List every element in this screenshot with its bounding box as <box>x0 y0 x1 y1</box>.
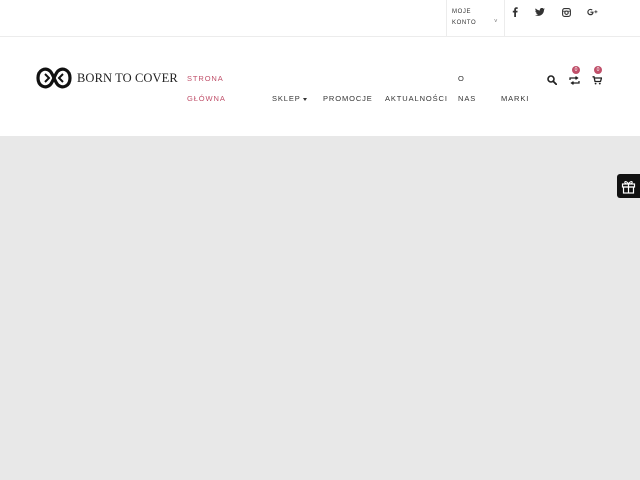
top-bar: MOJE KONTO ˅ <box>0 0 640 37</box>
wishlist-button[interactable]: 0 <box>569 66 580 90</box>
wishlist-count-badge: 0 <box>572 66 580 74</box>
gift-icon <box>621 180 636 194</box>
search-icon[interactable] <box>547 72 558 90</box>
logo-mark-icon <box>36 67 72 89</box>
nav-item-about[interactable]: O <box>458 74 465 83</box>
nav-item-brands[interactable]: MARKI <box>501 94 529 103</box>
nav-item-shop[interactable]: SKLEP <box>272 94 307 103</box>
chevron-down-icon: ˅ <box>494 19 498 25</box>
nav-item-news[interactable]: AKTUALNOŚCI <box>385 94 448 103</box>
nav-item-home-label-line1: STRONA <box>187 74 224 83</box>
nav-item-home-line2[interactable]: GŁÓWNA <box>187 94 226 103</box>
account-label-line1: MOJE <box>452 9 472 15</box>
facebook-icon[interactable] <box>508 6 522 18</box>
cart-count-badge: 0 <box>594 66 602 74</box>
instagram-icon[interactable] <box>559 6 573 18</box>
nav-item-news-label: AKTUALNOŚCI <box>385 94 448 103</box>
gift-button[interactable] <box>617 174 640 198</box>
caret-down-icon <box>302 97 307 101</box>
twitter-icon[interactable] <box>533 6 547 18</box>
nav-item-about-label-line1: O <box>458 74 465 83</box>
site-header: BORN TO COVER STRONA GŁÓWNA SKLEP PROMOC… <box>0 37 640 136</box>
google-plus-icon[interactable] <box>585 6 599 18</box>
nav-item-home-label-line2: GŁÓWNA <box>187 94 226 103</box>
main-content-area <box>0 136 640 480</box>
nav-item-brands-label: MARKI <box>501 94 530 103</box>
cart-button[interactable]: 0 <box>592 66 603 90</box>
nav-item-home[interactable]: STRONA <box>187 74 224 83</box>
nav-item-shop-label: SKLEP <box>272 94 301 103</box>
nav-item-promotions-label: PROMOCJE <box>323 94 373 103</box>
logo[interactable]: BORN TO COVER <box>35 65 178 91</box>
nav-item-promotions[interactable]: PROMOCJE <box>323 94 373 103</box>
nav-item-about-line2[interactable]: NAS <box>458 94 476 103</box>
nav-item-about-label-line2: NAS <box>458 94 477 103</box>
logo-text: BORN TO COVER <box>77 70 178 85</box>
cart-icon <box>592 76 603 85</box>
account-dropdown[interactable]: MOJE KONTO ˅ <box>446 0 505 37</box>
compare-icon <box>569 76 580 85</box>
account-label-line2: KONTO <box>452 20 477 26</box>
